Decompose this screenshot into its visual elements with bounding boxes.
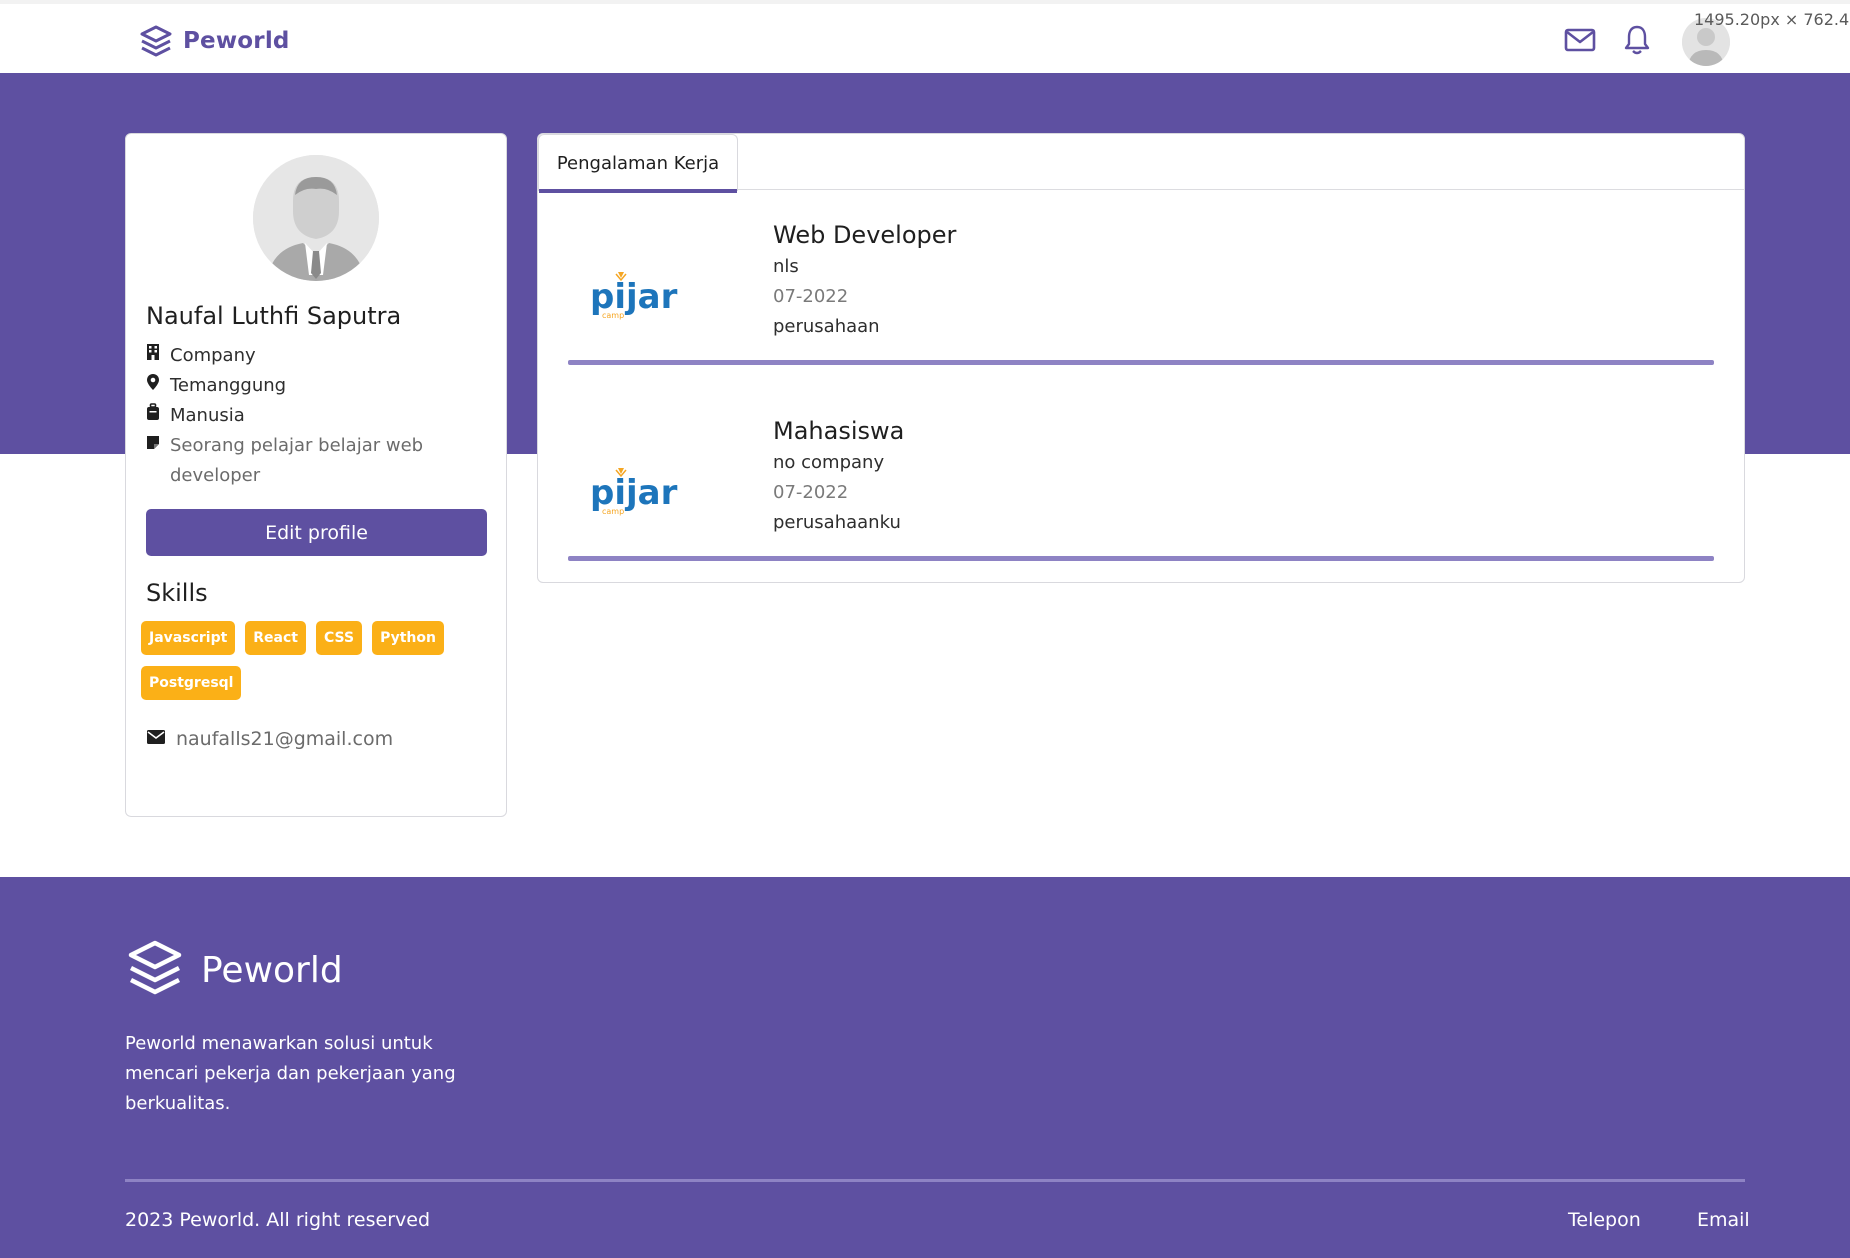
brand-name: Peworld bbox=[183, 28, 290, 54]
experience-item: pijar camp Mahasiswa no company 07-2022 … bbox=[568, 414, 1714, 620]
dimension-readout: 1495.20px × 762.40p bbox=[1694, 10, 1850, 29]
note-icon bbox=[146, 431, 160, 453]
stack-logo-icon bbox=[125, 938, 185, 1002]
experience-divider bbox=[568, 360, 1714, 365]
footer-brand[interactable]: Peworld bbox=[125, 938, 343, 1002]
envelope-icon bbox=[146, 728, 166, 750]
pijarcamp-logo: pijar camp bbox=[590, 268, 690, 328]
top-navbar: Peworld 1495.20px × 762.40p bbox=[0, 0, 1850, 73]
job-row: Manusia bbox=[146, 401, 245, 431]
footer-email-link[interactable]: Email bbox=[1697, 1209, 1750, 1231]
location-text: Temanggung bbox=[170, 375, 287, 396]
experience-date: 07-2022 bbox=[773, 482, 849, 503]
stack-logo-icon bbox=[139, 24, 173, 58]
skill-badge: CSS bbox=[316, 621, 363, 655]
brand-logo-link[interactable]: Peworld bbox=[139, 24, 290, 58]
footer-phone-link[interactable]: Telepon bbox=[1568, 1209, 1641, 1231]
experience-description: perusahaan bbox=[773, 316, 880, 337]
building-icon bbox=[146, 341, 160, 363]
skill-badge: Postgresql bbox=[141, 666, 242, 700]
description-text: Seorang pelajar belajar web developer bbox=[170, 435, 424, 486]
skill-badge: Javascript bbox=[141, 621, 236, 655]
map-pin-icon bbox=[146, 371, 160, 393]
footer: Peworld Peworld menawarkan solusi untuk … bbox=[0, 877, 1850, 1258]
footer-copyright: 2023 Peworld. All right reserved bbox=[125, 1209, 431, 1231]
logo-subword: camp bbox=[602, 507, 624, 516]
experience-item: pijar camp Web Developer nls 07-2022 per… bbox=[568, 218, 1714, 424]
experience-details: Mahasiswa no company 07-2022 perusahaank… bbox=[773, 414, 904, 538]
experience-company: nls bbox=[773, 256, 799, 277]
email-text[interactable]: naufalls21@gmail.com bbox=[176, 728, 393, 750]
email-row: naufalls21@gmail.com bbox=[146, 728, 393, 750]
company-text: Company bbox=[170, 345, 256, 366]
skill-badge: React bbox=[245, 621, 306, 655]
mail-icon[interactable] bbox=[1564, 28, 1596, 56]
pijarcamp-logo: pijar camp bbox=[590, 464, 690, 524]
company-row: Company bbox=[146, 341, 256, 371]
experience-position: Web Developer bbox=[773, 221, 957, 249]
profile-avatar bbox=[253, 155, 379, 281]
skills-list: Javascript React CSS Python Postgresql bbox=[141, 621, 471, 700]
skills-title: Skills bbox=[146, 579, 208, 607]
experience-date: 07-2022 bbox=[773, 286, 849, 307]
logo-subword: camp bbox=[602, 311, 624, 320]
bell-icon[interactable] bbox=[1623, 24, 1651, 60]
profile-card: Naufal Luthfi Saputra Company Temanggung bbox=[125, 133, 507, 817]
experience-divider bbox=[568, 556, 1714, 561]
location-row: Temanggung bbox=[146, 371, 286, 401]
tab-work-experience[interactable]: Pengalaman Kerja bbox=[538, 134, 738, 193]
tab-bar: Pengalaman Kerja bbox=[538, 134, 1744, 193]
experience-description: perusahaanku bbox=[773, 512, 901, 533]
description-row: Seorang pelajar belajar web developer bbox=[146, 431, 466, 491]
suitcase-icon bbox=[146, 401, 160, 423]
edit-profile-button[interactable]: Edit profile bbox=[146, 509, 487, 556]
job-text: Manusia bbox=[170, 405, 245, 426]
experience-company: no company bbox=[773, 452, 885, 473]
skill-badge: Python bbox=[372, 621, 444, 655]
experience-details: Web Developer nls 07-2022 perusahaan bbox=[773, 218, 956, 342]
experience-card: Pengalaman Kerja pijar camp Web Develope… bbox=[537, 133, 1745, 583]
footer-description: Peworld menawarkan solusi untuk mencari … bbox=[125, 1033, 456, 1114]
profile-name: Naufal Luthfi Saputra bbox=[146, 302, 402, 330]
footer-divider bbox=[125, 1179, 1745, 1182]
footer-brand-name: Peworld bbox=[201, 949, 343, 991]
experience-position: Mahasiswa bbox=[773, 417, 905, 445]
